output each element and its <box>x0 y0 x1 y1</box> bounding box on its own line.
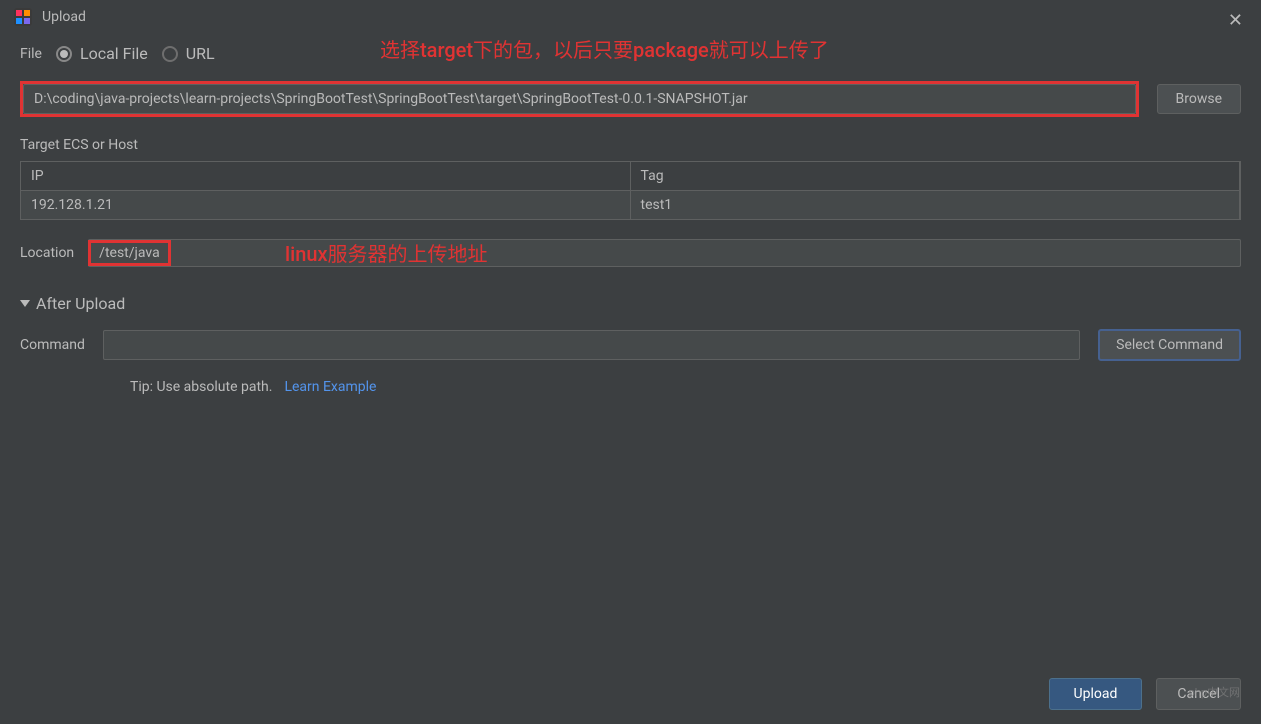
command-input[interactable] <box>103 330 1080 360</box>
command-label: Command <box>20 337 85 353</box>
location-input[interactable] <box>88 239 1241 267</box>
radio-local-file[interactable]: Local File <box>56 44 148 63</box>
app-icon <box>14 8 32 26</box>
file-source-row: File Local File URL 选择target下的包，以后只要pack… <box>20 44 1241 63</box>
window-title: Upload <box>42 9 86 25</box>
table-header: IP Tag <box>21 162 1240 191</box>
target-ecs-label: Target ECS or Host <box>20 137 1241 153</box>
radio-url[interactable]: URL <box>162 44 215 63</box>
titlebar: Upload ✕ <box>0 0 1261 34</box>
table-row[interactable]: 192.128.1.21 test1 <box>21 191 1240 219</box>
file-path-input[interactable] <box>23 84 1136 114</box>
cancel-button[interactable]: Cancel php中文网 <box>1156 678 1241 710</box>
tip-row: Tip: Use absolute path. Learn Example <box>20 379 1241 395</box>
target-table: IP Tag 192.128.1.21 test1 <box>20 161 1241 220</box>
file-label: File <box>20 46 42 62</box>
radio-local-label: Local File <box>80 44 148 63</box>
annotation-select-target: 选择target下的包，以后只要package就可以上传了 <box>380 34 829 63</box>
location-value-highlight: /test/java <box>88 240 171 266</box>
annotation-linux-upload: linux服务器的上传地址 <box>285 238 488 267</box>
select-command-button[interactable]: Select Command <box>1098 329 1241 361</box>
radio-icon[interactable] <box>56 46 72 62</box>
upload-button[interactable]: Upload <box>1049 678 1143 710</box>
close-icon[interactable]: ✕ <box>1228 10 1243 31</box>
chevron-down-icon <box>20 300 30 307</box>
watermark-text: php中文网 <box>1189 684 1240 700</box>
file-path-row: Browse <box>20 81 1241 117</box>
learn-example-link[interactable]: Learn Example <box>284 379 376 395</box>
th-tag: Tag <box>631 162 1241 190</box>
tip-text: Tip: Use absolute path. <box>130 379 272 395</box>
location-label: Location <box>20 245 74 261</box>
browse-button[interactable]: Browse <box>1157 84 1241 114</box>
dialog-footer: Upload Cancel php中文网 <box>1049 678 1241 710</box>
td-ip: 192.128.1.21 <box>21 191 631 219</box>
radio-url-label: URL <box>186 44 215 63</box>
file-path-highlight <box>20 81 1139 117</box>
radio-icon[interactable] <box>162 46 178 62</box>
td-tag: test1 <box>631 191 1241 219</box>
command-row: Command Select Command <box>20 329 1241 361</box>
after-upload-label: After Upload <box>36 294 125 313</box>
th-ip: IP <box>21 162 631 190</box>
location-row: Location /test/java linux服务器的上传地址 <box>20 240 1241 266</box>
after-upload-toggle[interactable]: After Upload <box>20 294 1241 313</box>
